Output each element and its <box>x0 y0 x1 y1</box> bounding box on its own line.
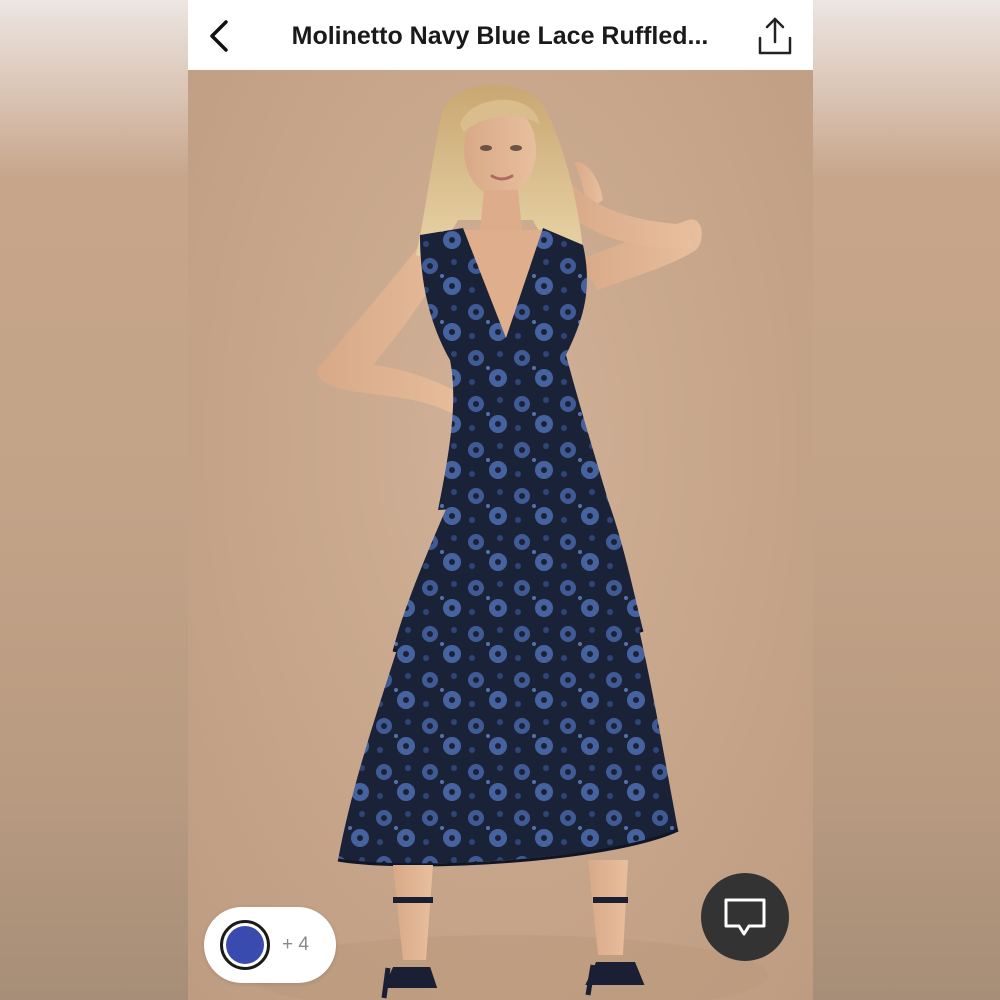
blurred-backdrop-right <box>812 0 1000 1000</box>
more-colors-count: + 4 <box>282 934 309 955</box>
share-button[interactable] <box>751 12 799 60</box>
chat-bubble-icon <box>724 898 766 936</box>
selected-color-swatch[interactable] <box>220 920 270 970</box>
color-selector[interactable]: + 4 <box>204 907 336 983</box>
top-bar: Molinetto Navy Blue Lace Ruffled... <box>188 0 813 70</box>
swatch-fill <box>226 926 264 964</box>
share-upload-icon <box>758 17 792 55</box>
chevron-left-icon <box>210 20 228 52</box>
blurred-backdrop-left <box>0 0 188 1000</box>
model-illustration <box>248 84 768 1000</box>
product-photo[interactable] <box>188 70 813 1000</box>
app-screen: Molinetto Navy Blue Lace Ruffled... + 4 <box>188 0 813 1000</box>
chat-button[interactable] <box>701 873 789 961</box>
page-title: Molinetto Navy Blue Lace Ruffled... <box>291 22 709 50</box>
back-button[interactable] <box>198 14 242 58</box>
